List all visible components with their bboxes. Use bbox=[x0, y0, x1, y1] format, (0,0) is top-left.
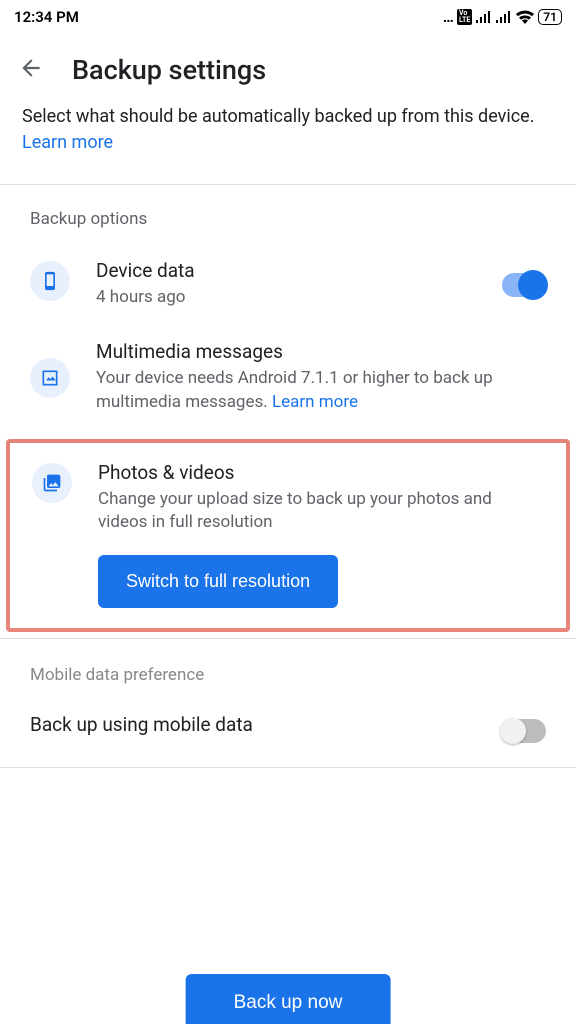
wifi-icon bbox=[516, 10, 534, 24]
mobile-data-row[interactable]: Back up using mobile data bbox=[0, 695, 576, 767]
signal-icon-2 bbox=[496, 11, 512, 23]
photos-body: Photos & videos Change your upload size … bbox=[98, 461, 544, 536]
volte-icon: VoLTE bbox=[457, 9, 472, 25]
header: Backup settings bbox=[0, 30, 576, 104]
mms-title: Multimedia messages bbox=[96, 340, 546, 363]
mobile-data-toggle[interactable] bbox=[502, 719, 546, 743]
switch-resolution-button[interactable]: Switch to full resolution bbox=[98, 555, 338, 608]
divider-3 bbox=[0, 767, 576, 768]
photos-highlight-box: Photos & videos Change your upload size … bbox=[6, 439, 570, 633]
mms-learn-more-link[interactable]: Learn more bbox=[272, 392, 358, 412]
device-data-sub: 4 hours ago bbox=[96, 286, 476, 310]
image-icon bbox=[30, 358, 70, 398]
device-data-title: Device data bbox=[96, 259, 476, 282]
learn-more-link[interactable]: Learn more bbox=[22, 132, 113, 153]
signal-icon-1 bbox=[476, 11, 492, 23]
device-data-row[interactable]: Device data 4 hours ago bbox=[0, 247, 576, 328]
battery-icon: 71 bbox=[538, 9, 562, 25]
mms-body: Multimedia messages Your device needs An… bbox=[96, 340, 546, 415]
dots-icon: ... bbox=[443, 8, 453, 26]
mms-row[interactable]: Multimedia messages Your device needs An… bbox=[0, 328, 576, 433]
photos-row[interactable]: Photos & videos Change your upload size … bbox=[32, 461, 544, 536]
mobile-data-title: Back up using mobile data bbox=[30, 713, 253, 736]
back-arrow-icon[interactable] bbox=[18, 55, 44, 85]
device-data-toggle[interactable] bbox=[502, 273, 546, 297]
page-title: Backup settings bbox=[72, 54, 266, 86]
status-right: ... VoLTE 71 bbox=[443, 8, 562, 26]
photos-title: Photos & videos bbox=[98, 461, 544, 484]
status-bar: 12:34 PM ... VoLTE 71 bbox=[0, 0, 576, 30]
photos-sub: Change your upload size to back up your … bbox=[98, 488, 544, 536]
gallery-icon bbox=[32, 463, 72, 503]
phone-icon bbox=[30, 261, 70, 301]
status-time: 12:34 PM bbox=[14, 8, 79, 26]
mms-sub: Your device needs Android 7.1.1 or highe… bbox=[96, 367, 546, 415]
backup-now-button[interactable]: Back up now bbox=[186, 974, 391, 1024]
device-data-body: Device data 4 hours ago bbox=[96, 259, 476, 310]
backup-options-label: Backup options bbox=[0, 185, 576, 247]
intro-body: Select what should be automatically back… bbox=[22, 106, 534, 127]
intro-text: Select what should be automatically back… bbox=[0, 104, 576, 184]
mobile-pref-label: Mobile data preference bbox=[0, 639, 576, 695]
